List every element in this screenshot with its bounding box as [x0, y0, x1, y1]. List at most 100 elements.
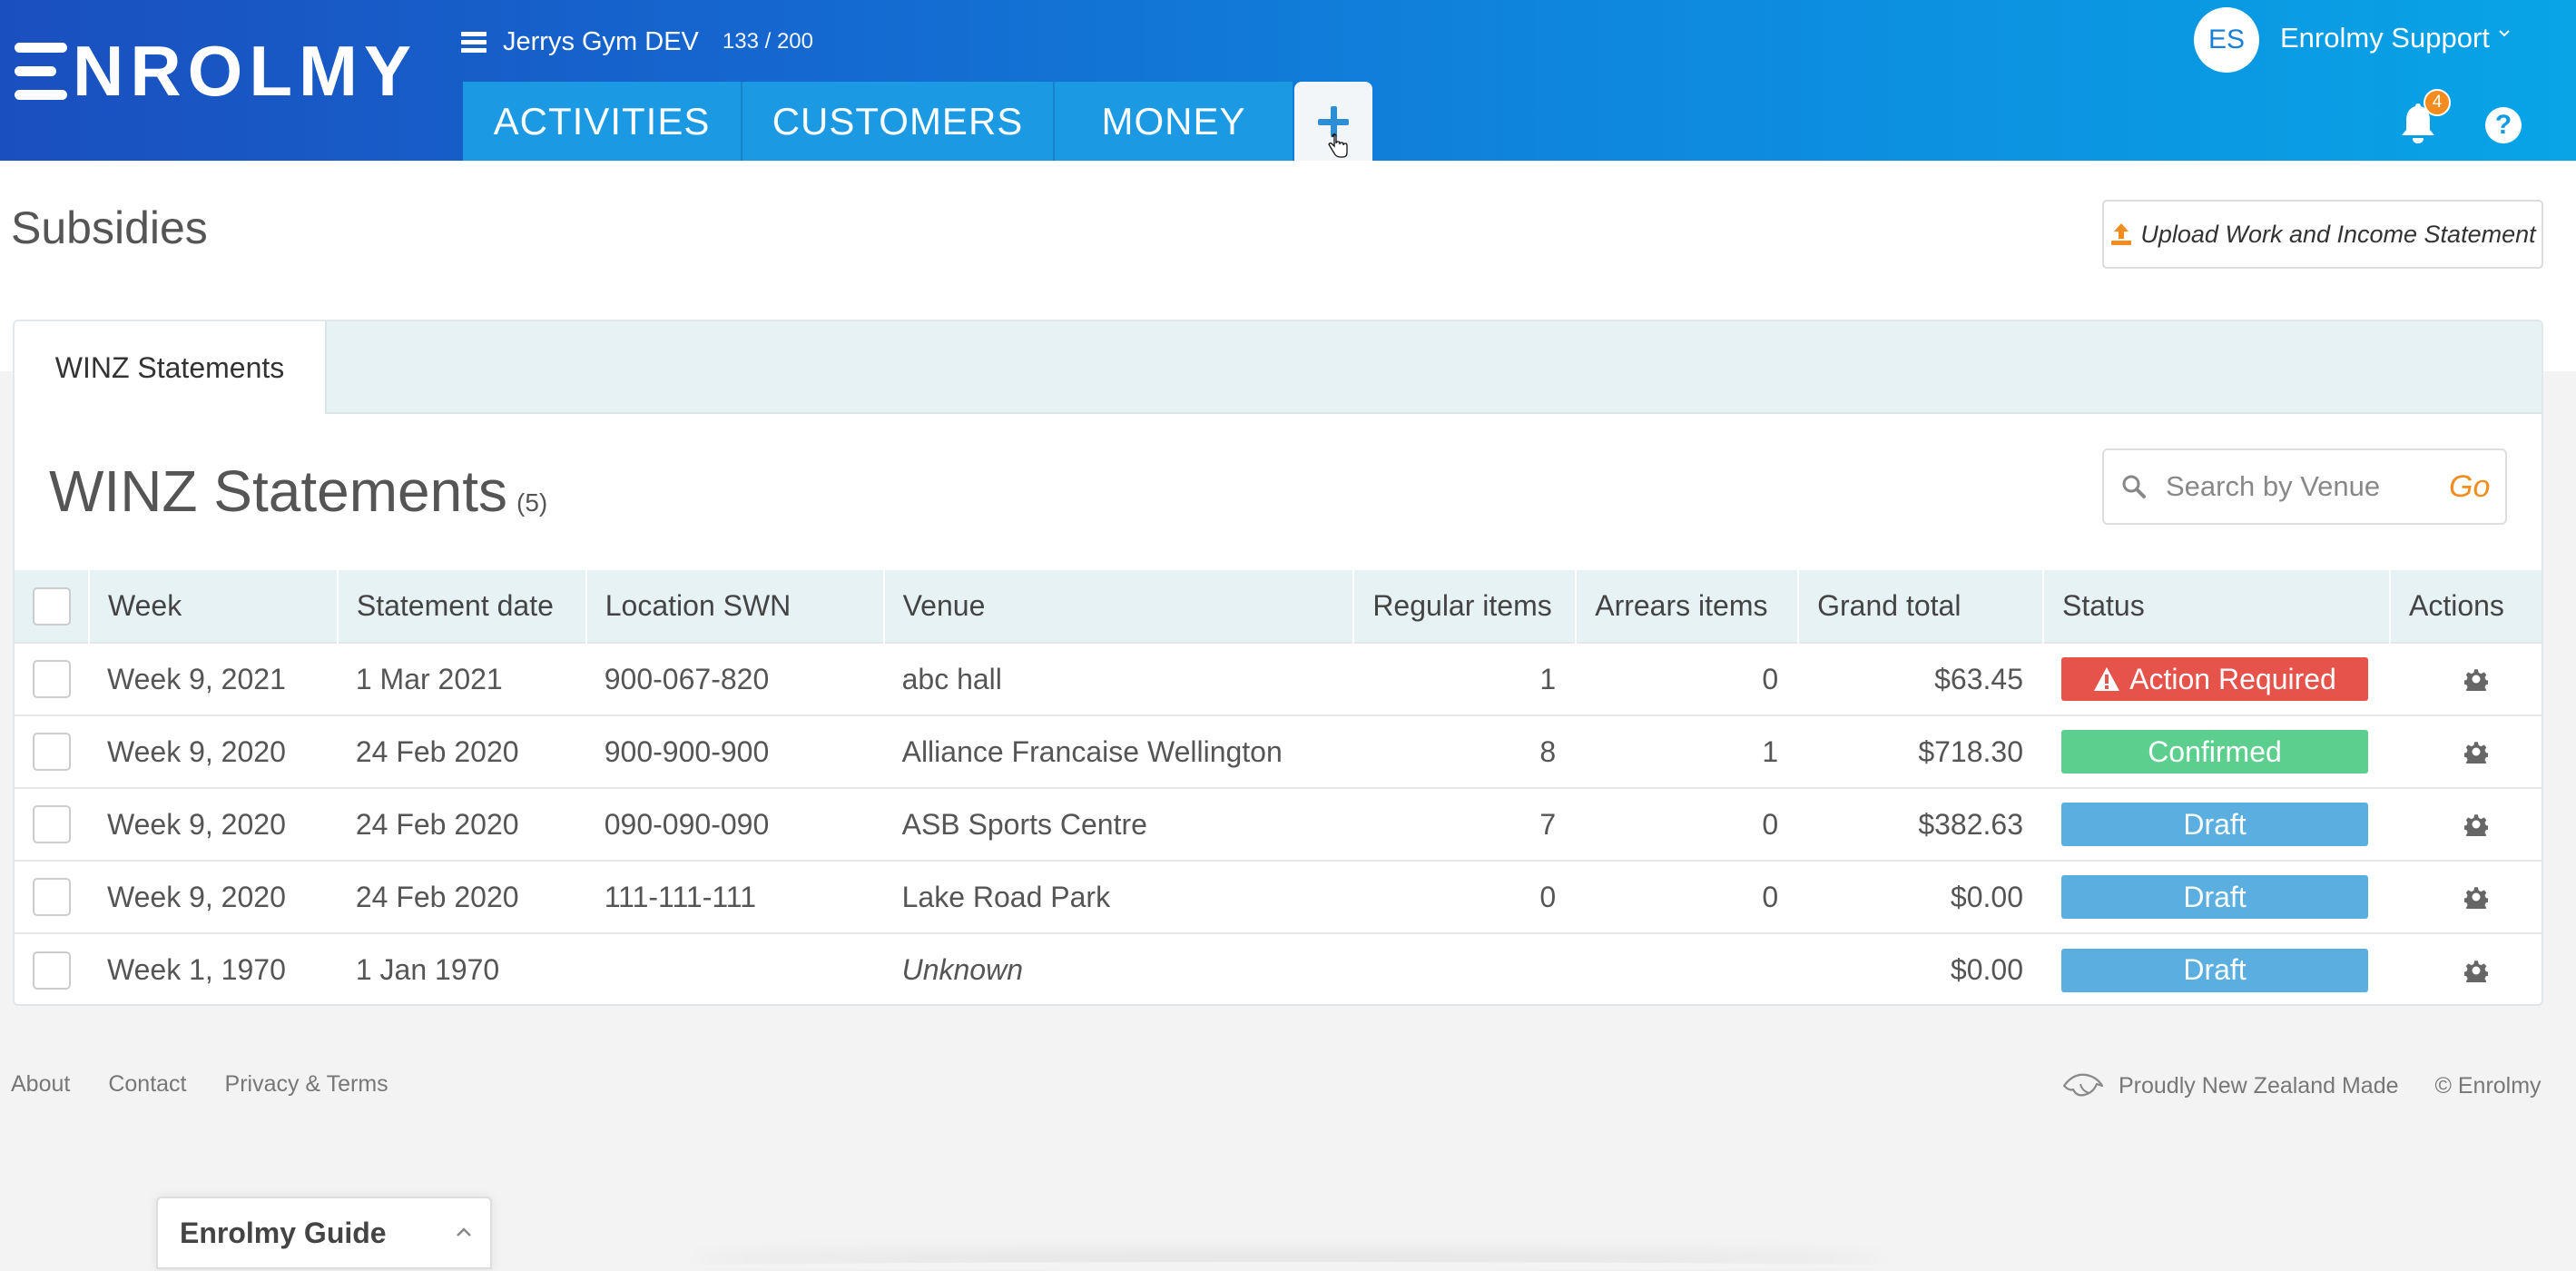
row-date: 24 Feb 2020: [337, 860, 586, 933]
organization-switcher[interactable]: Jerrys Gym DEV 133 / 200: [461, 22, 813, 62]
row-grand-total: $63.45: [1798, 642, 2043, 715]
section-count: (5): [516, 488, 548, 517]
row-checkbox[interactable]: [33, 878, 71, 916]
column-header-arrears-items[interactable]: Arrears items: [1576, 570, 1800, 643]
table-row[interactable]: Week 9, 2020 24 Feb 2020 090-090-090 ASB…: [15, 787, 2542, 861]
enrolmy-guide-widget[interactable]: Enrolmy Guide: [156, 1197, 492, 1269]
logo-text: NROLMY: [73, 31, 418, 111]
column-header-week[interactable]: Week: [88, 570, 339, 643]
row-arrears-items: [1576, 932, 1799, 1004]
footer-link-contact[interactable]: Contact: [108, 1071, 186, 1098]
table-header-row: Week Statement date Location SWN Venue R…: [15, 570, 2542, 643]
footer-links: About Contact Privacy & Terms: [11, 1071, 427, 1098]
row-venue: ASB Sports Centre: [883, 787, 1354, 861]
tab-money[interactable]: MONEY: [1055, 82, 1293, 161]
row-grand-total: $382.63: [1798, 787, 2043, 861]
table-row[interactable]: Week 9, 2020 24 Feb 2020 900-900-900 All…: [15, 714, 2542, 788]
status-label: Action Required: [2129, 662, 2336, 695]
status-badge[interactable]: Draft: [2061, 875, 2368, 919]
row-checkbox[interactable]: [33, 805, 71, 843]
row-swn: 900-900-900: [585, 714, 884, 788]
notification-count-badge[interactable]: 4: [2424, 89, 2451, 116]
organization-name: Jerrys Gym DEV: [503, 26, 699, 56]
tab-winz-statements[interactable]: WINZ Statements: [15, 321, 327, 414]
row-actions: [2389, 787, 2542, 861]
row-date: 24 Feb 2020: [337, 787, 586, 861]
row-arrears-items: 0: [1576, 642, 1799, 715]
search-icon: [2122, 475, 2146, 498]
row-swn: 111-111-111: [585, 860, 884, 933]
top-navigation-bar: NROLMY Jerrys Gym DEV 133 / 200 ACTIVITI…: [0, 0, 2576, 161]
statements-panel: WINZ Statements WINZ Statements (5) Go We…: [13, 320, 2543, 1006]
row-arrears-items: 1: [1576, 714, 1799, 788]
search-go-button[interactable]: Go: [2449, 469, 2490, 505]
row-actions: [2389, 714, 2542, 788]
status-badge[interactable]: Confirmed: [2061, 730, 2368, 773]
footer-link-about[interactable]: About: [11, 1071, 70, 1098]
row-date: 24 Feb 2020: [337, 714, 586, 788]
column-header-location-swn[interactable]: Location SWN: [585, 570, 885, 643]
chevron-down-icon[interactable]: [2498, 27, 2511, 40]
row-venue: abc hall: [883, 642, 1354, 715]
row-grand-total: $718.30: [1798, 714, 2043, 788]
row-venue: Lake Road Park: [883, 860, 1354, 933]
row-regular-items: 1: [1353, 642, 1577, 715]
table-row[interactable]: Week 9, 2020 24 Feb 2020 111-111-111 Lak…: [15, 860, 2542, 933]
row-week: Week 9, 2020: [88, 787, 338, 861]
row-arrears-items: 0: [1576, 860, 1799, 933]
page-title: Subsidies: [11, 202, 208, 253]
row-regular-items: [1353, 932, 1577, 1004]
status-badge[interactable]: Draft: [2061, 948, 2368, 992]
row-grand-total: $0.00: [1798, 860, 2043, 933]
row-checkbox[interactable]: [33, 951, 71, 990]
user-avatar[interactable]: ES: [2194, 7, 2259, 73]
search-input[interactable]: [2164, 469, 2440, 504]
row-date: 1 Jan 1970: [337, 932, 586, 1004]
status-badge[interactable]: Draft: [2061, 803, 2368, 846]
row-venue: Unknown: [883, 932, 1354, 1004]
row-week: Week 9, 2020: [88, 714, 338, 788]
gear-icon[interactable]: [2463, 740, 2488, 764]
section-title: WINZ Statements (5): [49, 458, 547, 525]
hand-pointer-cursor-icon: [1328, 133, 1348, 158]
table-row[interactable]: Week 9, 2021 1 Mar 2021 900-067-820 abc …: [15, 642, 2542, 715]
tab-activities[interactable]: ACTIVITIES: [463, 82, 742, 161]
select-all-cell: [15, 570, 90, 643]
table-row[interactable]: Week 1, 1970 1 Jan 1970 Unknown $0.00 Dr…: [15, 932, 2542, 1004]
row-date: 1 Mar 2021: [337, 642, 586, 715]
row-swn: 900-067-820: [585, 642, 884, 715]
upload-statement-button[interactable]: Upload Work and Income Statement: [2102, 200, 2543, 269]
row-checkbox[interactable]: [33, 660, 71, 698]
help-icon[interactable]: ?: [2485, 107, 2522, 143]
gear-icon[interactable]: [2463, 813, 2488, 836]
row-regular-items: 7: [1353, 787, 1577, 861]
footer-link-privacy-terms[interactable]: Privacy & Terms: [225, 1071, 388, 1098]
row-swn: 090-090-090: [585, 787, 884, 861]
upload-icon: [2111, 223, 2132, 245]
column-header-venue[interactable]: Venue: [883, 570, 1355, 643]
chevron-up-icon[interactable]: [456, 1226, 472, 1238]
row-checkbox[interactable]: [33, 733, 71, 771]
row-swn: [585, 932, 884, 1004]
hamburger-menu-icon[interactable]: [461, 32, 487, 53]
column-header-statement-date[interactable]: Statement date: [337, 570, 587, 643]
user-menu-name[interactable]: Enrolmy Support: [2280, 22, 2490, 54]
select-all-checkbox[interactable]: [33, 586, 71, 626]
copyright-text: © Enrolmy: [2434, 1072, 2542, 1099]
row-regular-items: 0: [1353, 860, 1577, 933]
tab-customers[interactable]: CUSTOMERS: [742, 82, 1055, 161]
enrolmy-logo[interactable]: NROLMY: [15, 34, 418, 107]
made-in-nz-text: Proudly New Zealand Made: [2119, 1072, 2399, 1099]
status-badge[interactable]: Action Required: [2061, 657, 2368, 701]
new-zealand-icon: [2062, 1073, 2104, 1097]
column-header-regular-items[interactable]: Regular items: [1353, 570, 1578, 643]
column-header-status[interactable]: Status: [2043, 570, 2391, 643]
upload-statement-label: Upload Work and Income Statement: [2140, 220, 2536, 248]
row-regular-items: 8: [1353, 714, 1577, 788]
gear-icon[interactable]: [2463, 667, 2488, 691]
gear-icon[interactable]: [2463, 885, 2488, 909]
gear-icon[interactable]: [2463, 959, 2488, 982]
panel-tab-strip: [15, 321, 2542, 414]
row-week: Week 1, 1970: [88, 932, 338, 1004]
column-header-grand-total[interactable]: Grand total: [1798, 570, 2044, 643]
